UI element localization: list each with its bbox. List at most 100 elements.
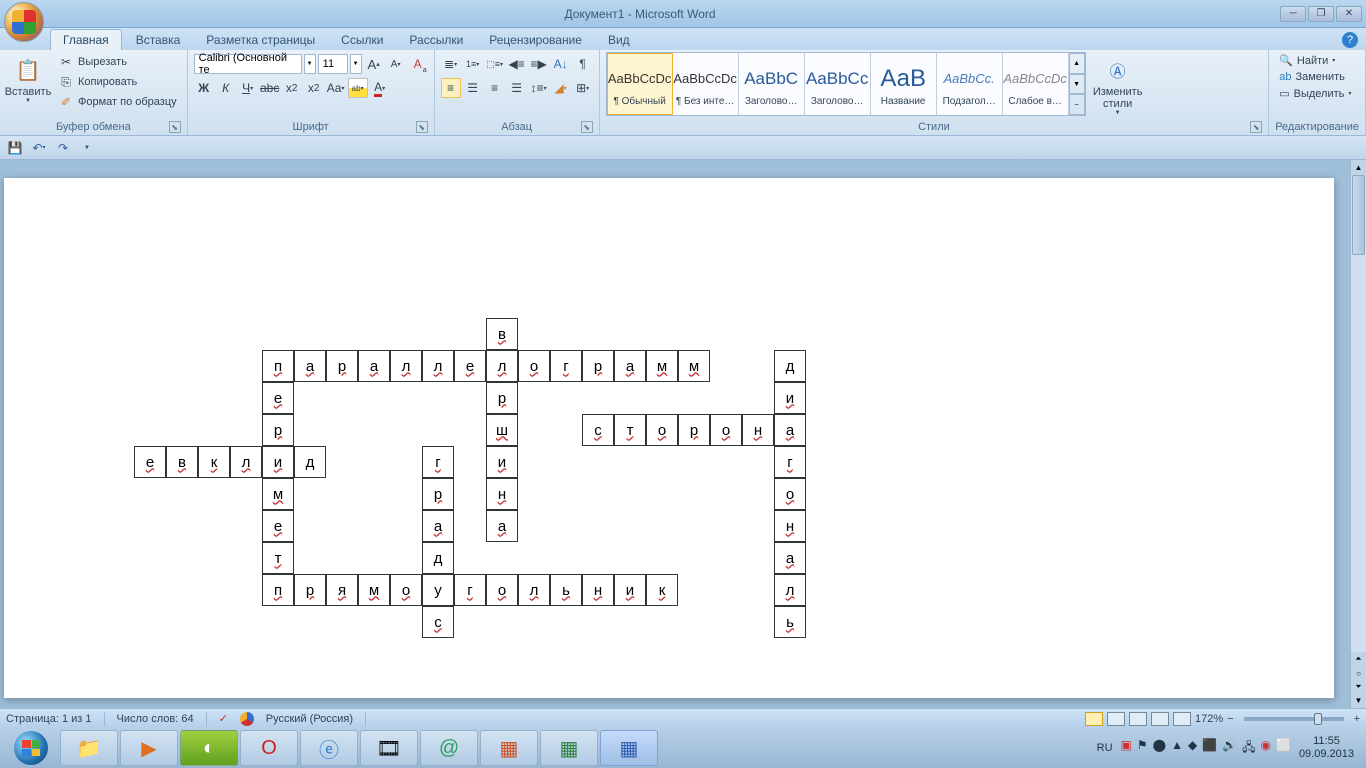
- numbering-button[interactable]: 1≡▾: [463, 54, 483, 74]
- crossword-cell[interactable]: т: [262, 542, 294, 574]
- style-item[interactable]: AaBbCЗаголово…: [739, 53, 805, 115]
- tray-lang[interactable]: RU: [1097, 742, 1113, 754]
- crossword-table[interactable]: впараллелограммдериршсторонаевклидгигмрн…: [134, 318, 838, 638]
- superscript-button[interactable]: x2: [304, 78, 324, 98]
- change-case-button[interactable]: Aa▾: [326, 78, 346, 98]
- crossword-cell[interactable]: м: [262, 478, 294, 510]
- scroll-down-button[interactable]: ▼: [1351, 693, 1366, 708]
- crossword-cell[interactable]: е: [262, 510, 294, 542]
- crossword-cell[interactable]: г: [422, 446, 454, 478]
- replace-button[interactable]: abЗаменить: [1275, 69, 1355, 85]
- clipboard-dialog-launcher[interactable]: ⬊: [169, 121, 181, 133]
- crossword-cell[interactable]: а: [486, 510, 518, 542]
- taskbar-opera[interactable]: O: [240, 730, 298, 766]
- tray-icon[interactable]: ▣: [1121, 738, 1132, 759]
- sort-button[interactable]: A↓: [551, 54, 571, 74]
- crossword-cell[interactable]: и: [486, 446, 518, 478]
- zoom-out-button[interactable]: −: [1227, 713, 1233, 725]
- style-item[interactable]: AaBbCc.Подзагол…: [937, 53, 1003, 115]
- find-button[interactable]: 🔍Найти▾: [1275, 52, 1355, 69]
- multilevel-button[interactable]: ⬚≡▾: [485, 54, 505, 74]
- font-dialog-launcher[interactable]: ⬊: [416, 121, 428, 133]
- maximize-button[interactable]: ❐: [1308, 6, 1334, 22]
- font-size-combo[interactable]: 11: [318, 54, 348, 74]
- view-web[interactable]: [1129, 712, 1147, 726]
- style-item[interactable]: АаВНазвание: [871, 53, 937, 115]
- tab-insert[interactable]: Вставка: [124, 30, 193, 50]
- tray-volume-icon[interactable]: 🔊: [1222, 738, 1237, 759]
- grow-font-button[interactable]: A▴: [364, 54, 384, 74]
- zoom-in-button[interactable]: +: [1354, 713, 1360, 725]
- copy-button[interactable]: ⎘Копировать: [54, 72, 181, 92]
- align-right-button[interactable]: ≡: [485, 78, 505, 98]
- crossword-cell[interactable]: а: [614, 350, 646, 382]
- paste-button[interactable]: 📋 Вставить ▼: [6, 52, 50, 106]
- align-center-button[interactable]: ☰: [463, 78, 483, 98]
- minimize-button[interactable]: ─: [1280, 6, 1306, 22]
- crossword-cell[interactable]: а: [774, 414, 806, 446]
- crossword-cell[interactable]: с: [422, 606, 454, 638]
- tab-page-layout[interactable]: Разметка страницы: [194, 30, 327, 50]
- paragraph-dialog-launcher[interactable]: ⬊: [581, 121, 593, 133]
- vertical-scrollbar[interactable]: ▲ ⏶ ○ ⏷ ▼: [1350, 160, 1366, 708]
- crossword-cell[interactable]: в: [486, 318, 518, 350]
- view-full-reading[interactable]: [1107, 712, 1125, 726]
- crossword-cell[interactable]: р: [582, 350, 614, 382]
- highlight-button[interactable]: ab▾: [348, 78, 368, 98]
- indent-inc-button[interactable]: ≡▶: [529, 54, 549, 74]
- font-color-button[interactable]: A▾: [370, 78, 390, 98]
- taskbar-excel[interactable]: ▦: [540, 730, 598, 766]
- prev-page-button[interactable]: ⏶: [1351, 652, 1366, 666]
- borders-button[interactable]: ⊞▾: [573, 78, 593, 98]
- vscroll-thumb[interactable]: [1352, 175, 1365, 255]
- change-styles-button[interactable]: Ⓐ Изменить стили ▼: [1090, 52, 1146, 118]
- tab-home[interactable]: Главная: [50, 29, 122, 50]
- crossword-cell[interactable]: д: [774, 350, 806, 382]
- crossword-cell[interactable]: р: [326, 350, 358, 382]
- taskbar-word[interactable]: ▦: [600, 730, 658, 766]
- crossword-cell[interactable]: е: [134, 446, 166, 478]
- crossword-cell[interactable]: о: [710, 414, 742, 446]
- tray-icon[interactable]: ⬤: [1153, 738, 1166, 759]
- tab-references[interactable]: Ссылки: [329, 30, 395, 50]
- crossword-cell[interactable]: р: [486, 382, 518, 414]
- tray-network-icon[interactable]: 🖧: [1242, 738, 1255, 759]
- cut-button[interactable]: ✂Вырезать: [54, 52, 181, 72]
- crossword-cell[interactable]: л: [774, 574, 806, 606]
- crossword-cell[interactable]: и: [774, 382, 806, 414]
- crossword-cell[interactable]: г: [454, 574, 486, 606]
- crossword-cell[interactable]: и: [262, 446, 294, 478]
- style-item[interactable]: AaBbCcDc¶ Без инте…: [673, 53, 739, 115]
- crossword-cell[interactable]: р: [422, 478, 454, 510]
- select-button[interactable]: ▭Выделить▾: [1275, 85, 1355, 102]
- crossword-cell[interactable]: о: [646, 414, 678, 446]
- tray-clock[interactable]: 11:55 09.09.2013: [1299, 735, 1354, 761]
- clear-format-button[interactable]: Aa: [408, 54, 428, 74]
- crossword-cell[interactable]: п: [262, 574, 294, 606]
- font-name-combo[interactable]: Calibri (Основной те: [194, 54, 302, 74]
- redo-button[interactable]: ↷: [54, 139, 72, 157]
- crossword-cell[interactable]: л: [422, 350, 454, 382]
- undo-button[interactable]: ↶▾: [30, 139, 48, 157]
- crossword-cell[interactable]: о: [518, 350, 550, 382]
- crossword-cell[interactable]: в: [166, 446, 198, 478]
- crossword-cell[interactable]: р: [678, 414, 710, 446]
- view-print-layout[interactable]: [1085, 712, 1103, 726]
- taskbar-mediaplayer[interactable]: ▶: [120, 730, 178, 766]
- style-item[interactable]: AaBbCcDc¶ Обычный: [607, 53, 673, 115]
- tab-review[interactable]: Рецензирование: [477, 30, 594, 50]
- bullets-button[interactable]: ≣▾: [441, 54, 461, 74]
- crossword-cell[interactable]: г: [774, 446, 806, 478]
- tray-icon[interactable]: ⬜: [1276, 738, 1291, 759]
- crossword-cell[interactable]: н: [486, 478, 518, 510]
- bold-button[interactable]: Ж: [194, 78, 214, 98]
- taskbar-app3[interactable]: @: [420, 730, 478, 766]
- scroll-up-button[interactable]: ▲: [1351, 160, 1366, 175]
- page[interactable]: впараллелограммдериршсторонаевклидгигмрн…: [4, 178, 1334, 698]
- tray-icon[interactable]: ⬛: [1202, 738, 1217, 759]
- crossword-cell[interactable]: к: [646, 574, 678, 606]
- tray-icon[interactable]: ⚑: [1137, 738, 1148, 759]
- taskbar-app2[interactable]: 🎞: [360, 730, 418, 766]
- status-proofing-icon[interactable]: ✓: [219, 712, 228, 725]
- crossword-cell[interactable]: л: [230, 446, 262, 478]
